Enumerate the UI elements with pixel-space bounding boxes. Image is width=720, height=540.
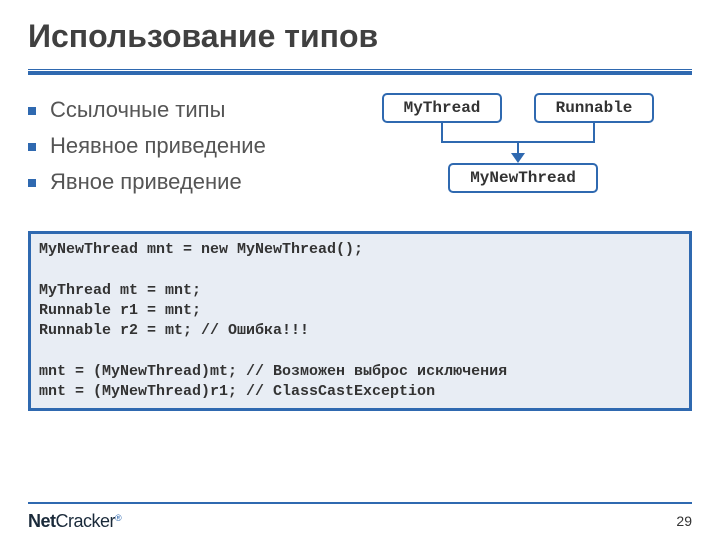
diagram-box-mythread: MyThread [382, 93, 502, 123]
slide: Использование типов Ссылочные типы Неявн… [0, 0, 720, 540]
bullet-icon [28, 107, 36, 115]
diagram-box-runnable: Runnable [534, 93, 654, 123]
bullet-text: Явное приведение [50, 169, 242, 195]
brand-logo: NetCracker® [28, 511, 121, 532]
code-block: MyNewThread mnt = new MyNewThread(); MyT… [28, 231, 692, 411]
connector [593, 123, 595, 141]
title-underline [28, 69, 692, 75]
class-diagram: MyThread Runnable MyNewThread [358, 93, 692, 213]
arrow-down-icon [511, 153, 525, 163]
registered-icon: ® [115, 513, 121, 523]
bullet-icon [28, 143, 36, 151]
bullet-item: Явное приведение [28, 169, 358, 195]
connector [441, 123, 443, 141]
bullet-text: Неявное приведение [50, 133, 266, 159]
bullet-item: Неявное приведение [28, 133, 358, 159]
bullet-list: Ссылочные типы Неявное приведение Явное … [28, 93, 358, 205]
bullet-text: Ссылочные типы [50, 97, 225, 123]
page-number: 29 [676, 513, 692, 529]
diagram-box-mynewthread: MyNewThread [448, 163, 598, 193]
bullet-icon [28, 179, 36, 187]
slide-title: Использование типов [28, 18, 692, 55]
bullet-item: Ссылочные типы [28, 97, 358, 123]
content-row: Ссылочные типы Неявное приведение Явное … [28, 93, 692, 213]
logo-part-net: Net [28, 511, 56, 531]
footer: NetCracker® 29 [0, 502, 720, 540]
footer-rule [28, 502, 692, 504]
logo-part-cracker: Cracker [56, 511, 116, 531]
